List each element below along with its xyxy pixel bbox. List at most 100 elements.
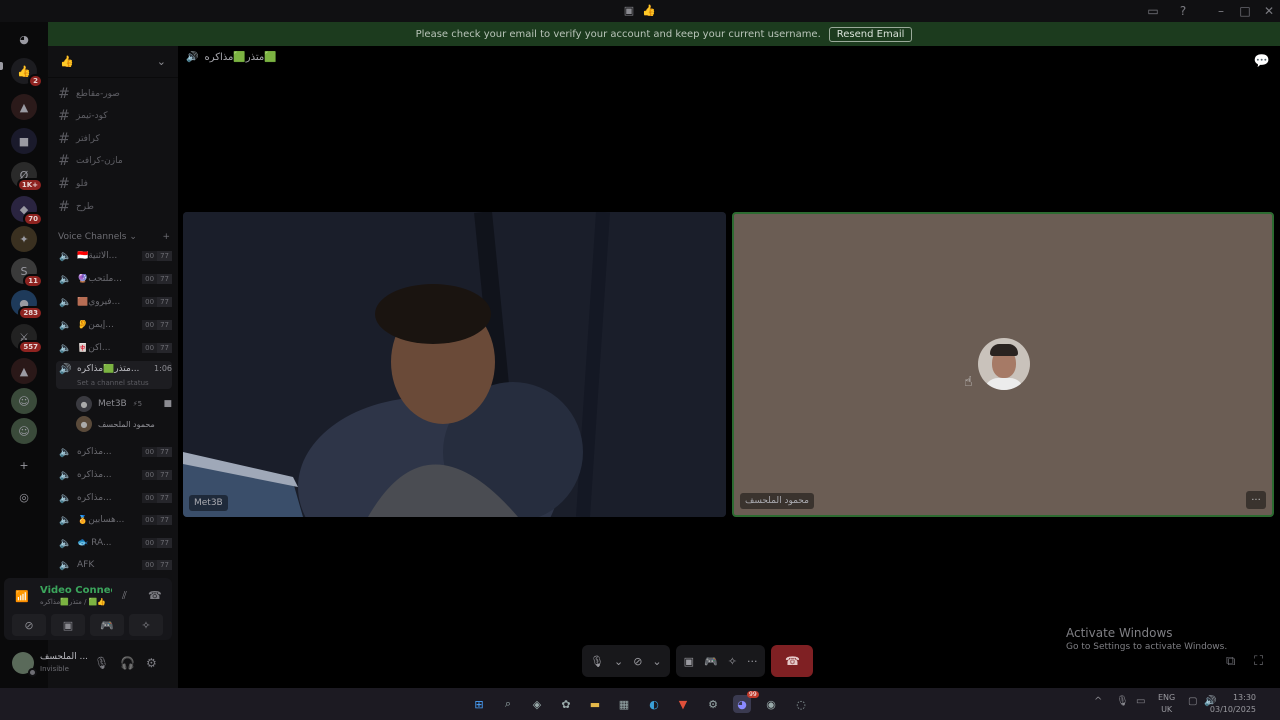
server-icon[interactable]: ☺: [11, 388, 37, 414]
text-channel[interactable]: # طرح: [58, 197, 170, 217]
speaker-icon: 🔈: [59, 469, 72, 481]
leave-call-button[interactable]: ☎: [771, 645, 814, 677]
username[interactable]: الملحسف ...: [40, 652, 88, 662]
display-tray-icon[interactable]: ▭: [1136, 696, 1145, 707]
store-icon[interactable]: ▦: [615, 695, 633, 713]
voice-channel[interactable]: 🔈 AFK 00 77: [56, 555, 172, 575]
channel-name: متذر🟩مذاكره...: [77, 364, 140, 374]
headphones-icon[interactable]: 🎧: [120, 656, 135, 670]
screen-share-icon[interactable]: ▭: [1140, 0, 1166, 22]
popout-icon[interactable]: ⧉: [1226, 654, 1235, 669]
voice-channel[interactable]: 🔈 مذاكره... 00 77: [56, 465, 172, 485]
voice-channel[interactable]: 🔈 🏅هسابين... 00 77: [56, 510, 172, 530]
user-count: 00 77: [142, 538, 172, 548]
more-icon[interactable]: ···: [747, 655, 758, 668]
edge-browser-icon[interactable]: ◐: [645, 695, 663, 713]
file-explorer-icon[interactable]: ▬: [586, 695, 604, 713]
channel-name: كرافتر: [76, 134, 100, 144]
add-server-icon[interactable]: +: [11, 452, 37, 478]
video-tile-met3b[interactable]: Met3B: [183, 212, 726, 517]
server-folder-icon[interactable]: ■: [11, 128, 37, 154]
screen-share-button[interactable]: ▣: [51, 614, 85, 636]
add-channel-icon[interactable]: +: [162, 232, 170, 242]
text-channel[interactable]: # صور-مقاطع: [58, 84, 170, 104]
text-channel[interactable]: # كود-تيمز: [58, 106, 170, 126]
search-icon[interactable]: ⌕: [499, 695, 517, 713]
fullscreen-icon[interactable]: ⛶: [1254, 654, 1263, 669]
voice-channel[interactable]: 🔈 🀄اكن... 00 77: [56, 338, 172, 358]
voice-channel[interactable]: 🔈 🐟 RA... 00 77: [56, 533, 172, 553]
voice-channels-category[interactable]: Voice Channels ⌄ +: [58, 232, 170, 242]
voice-member[interactable]: ● Met3B ⚡5 ■: [76, 395, 172, 413]
network-icon[interactable]: ▢: [1188, 696, 1197, 707]
taskbar-clock[interactable]: 13:30 03/10/2025: [1210, 692, 1256, 716]
screen-share-icon[interactable]: ▣: [684, 655, 694, 668]
voice-channel[interactable]: 🔈 👂إيمن... 00 77: [56, 315, 172, 335]
set-channel-status[interactable]: Set a channel status: [77, 379, 149, 387]
discord-home-icon[interactable]: ◕: [11, 26, 37, 52]
camera-off-button[interactable]: ⊘: [12, 614, 46, 636]
speaker-icon: 🔈: [59, 492, 72, 504]
chevron-up-icon[interactable]: ^: [1094, 696, 1102, 707]
settings-app-icon[interactable]: ⚙: [704, 695, 722, 713]
signal-icon[interactable]: 📶: [15, 590, 29, 603]
microphone-icon[interactable]: 🎙: [94, 656, 109, 670]
server-icon[interactable]: ● 283: [11, 290, 43, 320]
microphone-tray-icon[interactable]: 🎙: [1116, 696, 1129, 707]
voice-channel[interactable]: 🔈 🇮🇩الاثنية... 00 77: [56, 246, 172, 266]
video-tile-participant[interactable]: ☝ محمود الملحسف ···: [732, 212, 1274, 517]
voice-channel[interactable]: 🔈 🟫فيروي... 00 77: [56, 292, 172, 312]
channel-name: مذاكره...: [77, 470, 112, 480]
soundboard-icon[interactable]: ✧: [728, 655, 737, 668]
text-channel[interactable]: # كرافتر: [58, 129, 170, 149]
brave-browser-icon[interactable]: ▼: [674, 695, 692, 713]
voice-member[interactable]: ● محمود الملحسف: [76, 415, 172, 433]
chat-bubble-icon[interactable]: 💬: [1254, 54, 1270, 69]
server-icon[interactable]: ✦: [11, 226, 37, 252]
server-icon[interactable]: ⚔ 557: [11, 324, 43, 354]
windows-start-icon[interactable]: ⊞: [470, 695, 488, 713]
participant-name-label: Met3B: [189, 495, 228, 511]
hash-icon: #: [58, 176, 70, 192]
user-count: 00 77: [142, 515, 172, 525]
chevron-down-icon[interactable]: ⌄: [614, 655, 623, 668]
server-icon[interactable]: ▲: [11, 358, 37, 384]
more-options-icon[interactable]: ···: [1246, 491, 1266, 509]
voice-channel[interactable]: 🔈 مذاكره... 00 77: [56, 442, 172, 462]
settings-gear-icon[interactable]: ⚙: [146, 656, 157, 670]
user-count: 00 77: [142, 251, 172, 261]
microphone-icon[interactable]: 🎙: [590, 655, 604, 668]
language-indicator[interactable]: ENG UK: [1158, 692, 1175, 716]
server-icon[interactable]: ▲: [11, 94, 37, 120]
resend-email-button[interactable]: Resend Email: [828, 26, 913, 42]
minimize-button[interactable]: –: [1208, 0, 1234, 22]
maximize-button[interactable]: □: [1232, 0, 1258, 22]
help-icon[interactable]: ?: [1170, 0, 1196, 22]
voice-channel[interactable]: 🔈 🔮ملتحب... 00 77: [56, 269, 172, 289]
user-count: 00 77: [142, 343, 172, 353]
soundboard-button[interactable]: ✧: [129, 614, 163, 636]
close-button[interactable]: ✕: [1256, 0, 1280, 22]
activity-button[interactable]: 🎮: [90, 614, 124, 636]
activity-icon[interactable]: 🎮: [704, 655, 718, 668]
server-icon[interactable]: Ø 1K+: [11, 162, 43, 192]
noise-suppression-icon[interactable]: ⫽: [122, 589, 127, 603]
recording-app-icon[interactable]: ◌: [792, 695, 810, 713]
text-channel[interactable]: # مازن-كرافت: [58, 151, 170, 171]
server-header[interactable]: 👍 ⌄: [48, 46, 178, 78]
server-icon[interactable]: 👍 2: [11, 58, 43, 88]
text-channel[interactable]: # فلو: [58, 174, 170, 194]
server-icon[interactable]: ◆ 70: [11, 196, 43, 226]
server-icon[interactable]: ☺: [11, 418, 37, 444]
discover-icon[interactable]: ◎: [11, 484, 37, 510]
chevron-down-icon[interactable]: ⌄: [652, 655, 661, 668]
voice-channel[interactable]: 🔈 مذاكره... 00 77: [56, 488, 172, 508]
disconnect-icon[interactable]: ☎: [148, 589, 162, 602]
steam-icon[interactable]: ◉: [762, 695, 780, 713]
game-app-icon[interactable]: ◈: [528, 695, 546, 713]
copilot-icon[interactable]: ✿: [557, 695, 575, 713]
channel-name: طرح: [76, 202, 94, 212]
voice-connected-channel[interactable]: متذر🟩مذاكره / 🟩👍: [40, 598, 106, 606]
camera-off-icon[interactable]: ⊘: [633, 655, 642, 668]
server-icon[interactable]: S 11: [11, 258, 43, 288]
